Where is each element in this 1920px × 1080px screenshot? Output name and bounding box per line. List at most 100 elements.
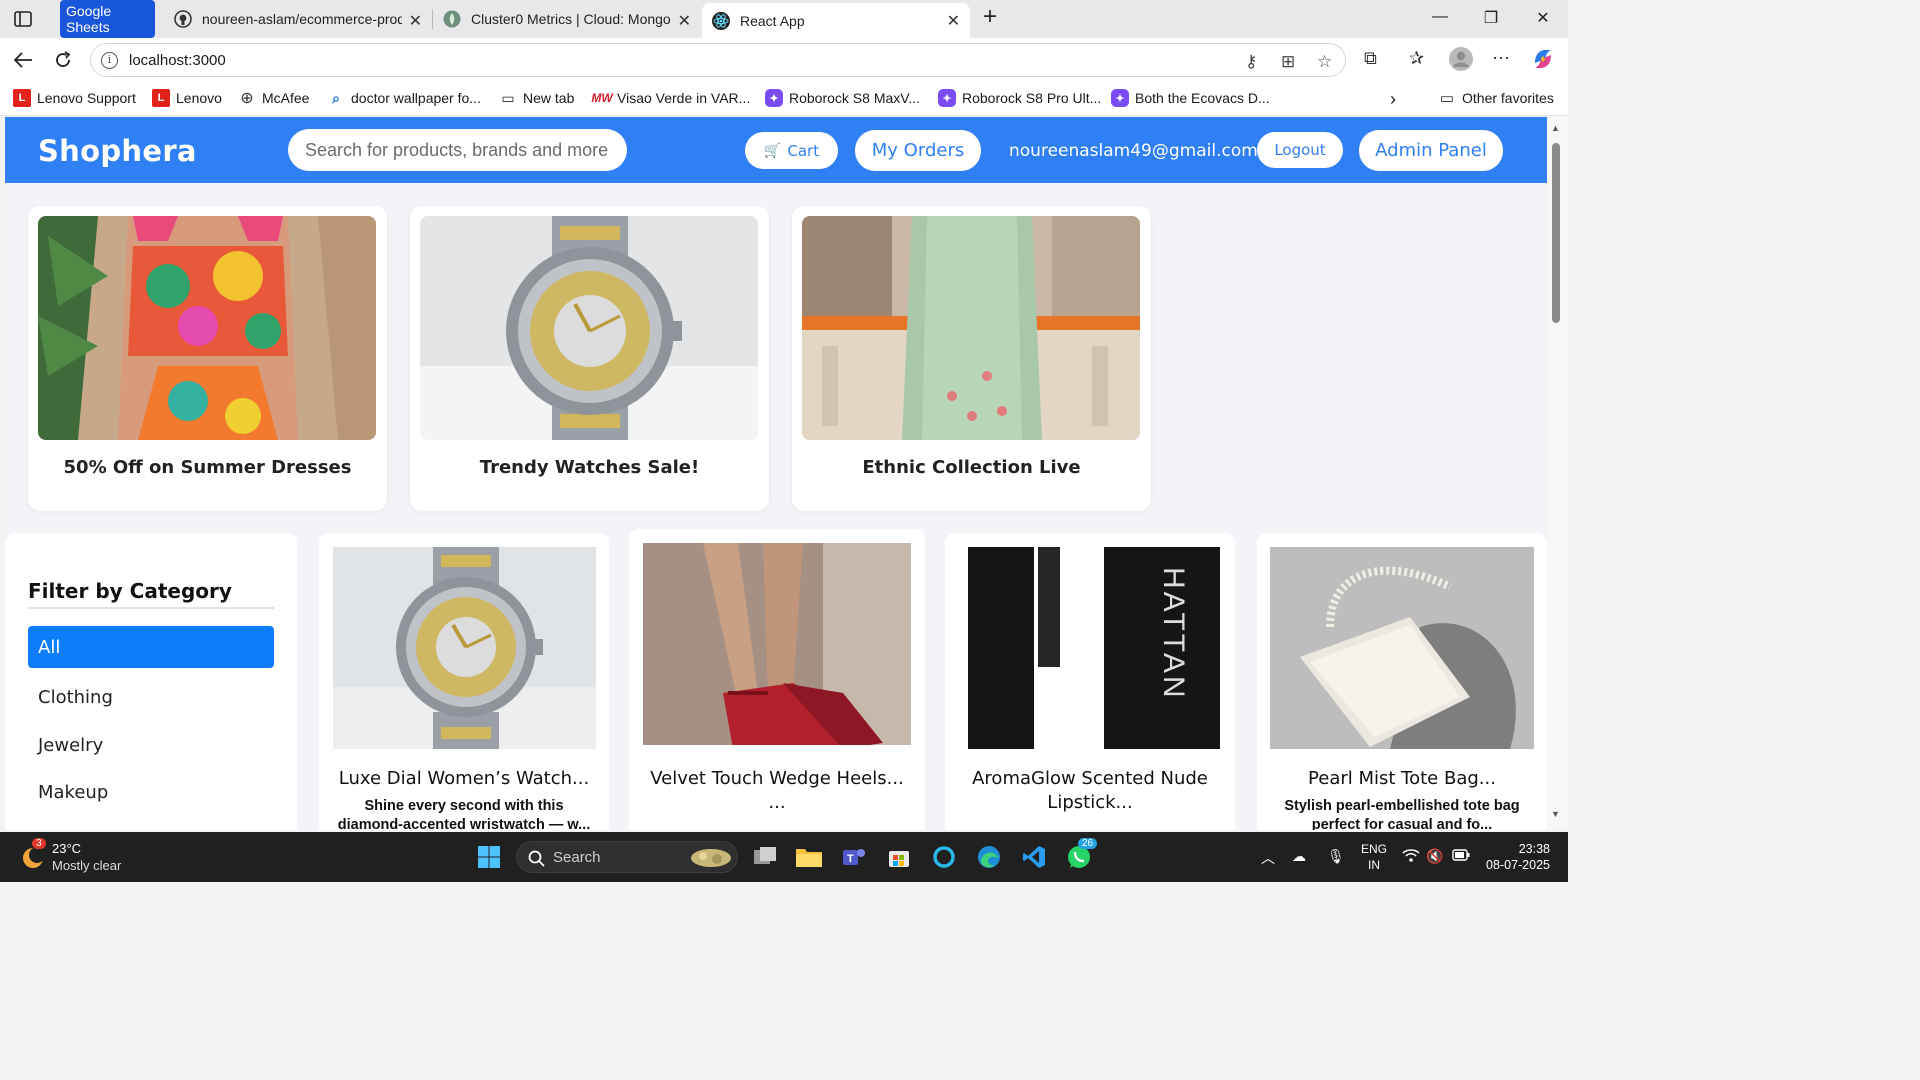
product-card[interactable]: Velvet Touch Wedge Heels... ... — [629, 529, 925, 830]
close-icon[interactable]: ✕ — [409, 11, 422, 31]
profile-avatar-icon[interactable] — [1449, 47, 1473, 76]
close-icon[interactable]: ✕ — [947, 11, 960, 31]
logout-button[interactable]: Logout — [1257, 132, 1343, 168]
tab-mongodb[interactable]: Cluster0 Metrics | Cloud: MongoD ✕ — [433, 3, 701, 35]
microphone-icon[interactable]: 🎙 — [1327, 848, 1345, 865]
bookmark-mcafee[interactable]: ⊕ McAfee — [238, 89, 309, 107]
whatsapp-icon[interactable]: 26 — [1064, 838, 1098, 872]
product-name[interactable]: Velvet Touch Wedge Heels... — [639, 767, 915, 791]
product-image-heels — [643, 543, 911, 745]
category-clothing[interactable]: Clothing — [28, 676, 274, 718]
app-available-icon[interactable]: ⊞ — [1281, 52, 1295, 72]
bookmark-lenovo[interactable]: L Lenovo — [152, 89, 222, 107]
promo-image-watch — [420, 216, 758, 440]
window-close-icon[interactable]: ✕ — [1528, 8, 1558, 28]
address-toolbar: i localhost:3000 ⚷ ⊞ ☆ ⧉ ✰ ⋯ — [0, 38, 1568, 82]
bookmark-label: McAfee — [262, 90, 310, 106]
product-name[interactable]: Luxe Dial Women’s Watch... — [329, 767, 599, 791]
restore-icon[interactable]: ❐ — [1476, 8, 1506, 28]
page-scrollbar[interactable]: ▲ ▼ — [1548, 117, 1568, 830]
category-all[interactable]: All — [28, 626, 274, 668]
url-text[interactable]: localhost:3000 — [129, 52, 226, 69]
tab-react-app[interactable]: React App ✕ — [702, 3, 970, 38]
weather-desc: Mostly clear — [52, 858, 122, 873]
bookmark-lenovo-support[interactable]: L Lenovo Support — [13, 89, 136, 107]
tab-github[interactable]: noureen-aslam/ecommerce-prod ✕ — [164, 3, 432, 35]
bookmark-ecovacs[interactable]: ✦ Both the Ecovacs D... — [1111, 89, 1270, 107]
scrollbar-thumb[interactable] — [1552, 143, 1560, 323]
copilot-icon: ✦ — [938, 89, 956, 107]
my-orders-button[interactable]: My Orders — [855, 130, 981, 171]
scroll-down-icon[interactable]: ▼ — [1551, 809, 1560, 819]
promo-card-watches[interactable]: Trendy Watches Sale! — [410, 206, 769, 511]
region-code: IN — [1368, 858, 1380, 872]
promo-card-ethnic[interactable]: Ethnic Collection Live — [792, 206, 1151, 511]
bookmark-doctor-wallpaper[interactable]: ⌕ doctor wallpaper fo... — [327, 89, 481, 107]
microsoft-store-icon[interactable] — [884, 842, 914, 872]
refresh-icon[interactable] — [50, 48, 76, 72]
extensions-icon[interactable]: ⧉ — [1364, 48, 1377, 69]
system-clock[interactable]: 23:38 08-07-2025 — [1480, 841, 1550, 873]
battery-icon[interactable] — [1452, 848, 1470, 864]
cart-label: Cart — [787, 141, 820, 160]
new-tab-icon[interactable]: + — [975, 3, 1005, 31]
language-indicator[interactable]: ENG IN — [1360, 841, 1388, 873]
product-card[interactable]: HATTAN AromaGlow Scented Nude Lipstick..… — [945, 533, 1235, 830]
brand-logo[interactable]: Shophera — [38, 134, 197, 168]
tab-group-label[interactable]: Google Sheets — [60, 0, 155, 38]
category-jewelry[interactable]: Jewelry — [28, 724, 274, 766]
tab-actions-icon[interactable] — [10, 8, 36, 30]
bookmark-other-favorites[interactable]: ▭ Other favorites — [1438, 89, 1554, 107]
more-menu-icon[interactable]: ⋯ — [1492, 48, 1510, 69]
wifi-icon[interactable] — [1402, 848, 1420, 865]
favorites-icon[interactable]: ✰ — [1409, 48, 1424, 69]
product-name[interactable]: Pearl Mist Tote Bag... — [1267, 767, 1537, 791]
site-info-icon[interactable]: i — [101, 52, 118, 69]
edge-browser-icon[interactable] — [974, 842, 1004, 872]
bookmark-visao-verde[interactable]: MW Visao Verde in VAR... — [591, 89, 750, 107]
chevron-up-icon[interactable]: ︿ — [1261, 848, 1275, 868]
svg-text:HATTAN: HATTAN — [1157, 567, 1190, 701]
windows-taskbar: 3 23°C Mostly clear Search T 26 ︿ ☁ 🎙 EN… — [0, 832, 1568, 882]
cortana-icon[interactable] — [929, 842, 959, 872]
weather-widget[interactable]: 3 — [20, 838, 46, 870]
product-card[interactable]: Luxe Dial Women’s Watch... Shine every s… — [319, 533, 609, 830]
task-view-icon[interactable] — [750, 842, 780, 872]
promo-card-summer-dresses[interactable]: 50% Off on Summer Dresses — [28, 206, 387, 511]
back-icon[interactable] — [10, 48, 36, 72]
scroll-up-icon[interactable]: ▲ — [1551, 123, 1560, 133]
category-makeup[interactable]: Makeup — [28, 771, 274, 813]
minimize-icon[interactable]: — — [1425, 8, 1455, 26]
address-bar[interactable]: i localhost:3000 ⚷ ⊞ ☆ — [90, 43, 1346, 77]
bookmark-roborock-s8-maxv[interactable]: ✦ Roborock S8 MaxV... — [765, 89, 920, 107]
user-email: noureenaslam49@gmail.com — [1009, 141, 1258, 161]
copilot-icon[interactable] — [1531, 47, 1555, 76]
bookmark-new-tab[interactable]: ▭ New tab — [499, 89, 574, 107]
favorite-star-icon[interactable]: ☆ — [1317, 52, 1332, 72]
divider — [28, 607, 274, 609]
close-icon[interactable]: ✕ — [678, 11, 691, 31]
mw-icon: MW — [591, 91, 613, 105]
taskbar-search[interactable]: Search — [516, 841, 738, 873]
taskbar-search-label: Search — [553, 849, 601, 866]
volume-muted-icon[interactable]: 🔇 — [1426, 848, 1443, 865]
cart-button[interactable]: 🛒 Cart — [745, 132, 838, 169]
bookmark-roborock-s8-pro[interactable]: ✦ Roborock S8 Pro Ult... — [938, 89, 1101, 107]
onedrive-cloud-icon[interactable]: ☁ — [1292, 848, 1306, 865]
teams-icon[interactable]: T — [839, 842, 869, 872]
product-name[interactable]: AromaGlow Scented Nude — [955, 767, 1225, 791]
tab-google-sheets[interactable]: Google Sheets — [50, 0, 165, 38]
product-description: diamond-accented wristwatch — w... — [337, 817, 591, 830]
product-card[interactable]: Pearl Mist Tote Bag... Stylish pearl-emb… — [1257, 533, 1547, 830]
admin-panel-button[interactable]: Admin Panel — [1359, 130, 1503, 171]
windows-start-icon[interactable] — [474, 842, 504, 872]
password-key-icon[interactable]: ⚷ — [1245, 52, 1257, 72]
file-explorer-icon[interactable] — [794, 842, 824, 872]
product-name[interactable]: Lipstick... — [955, 791, 1225, 815]
clock-time: 23:38 — [1518, 842, 1550, 856]
vscode-icon[interactable] — [1019, 842, 1049, 872]
newtab-icon: ▭ — [501, 89, 515, 106]
category-filter-panel: Filter by Category All Clothing Jewelry … — [5, 533, 297, 830]
search-input[interactable] — [288, 129, 627, 171]
chevron-right-icon[interactable]: › — [1390, 89, 1396, 110]
